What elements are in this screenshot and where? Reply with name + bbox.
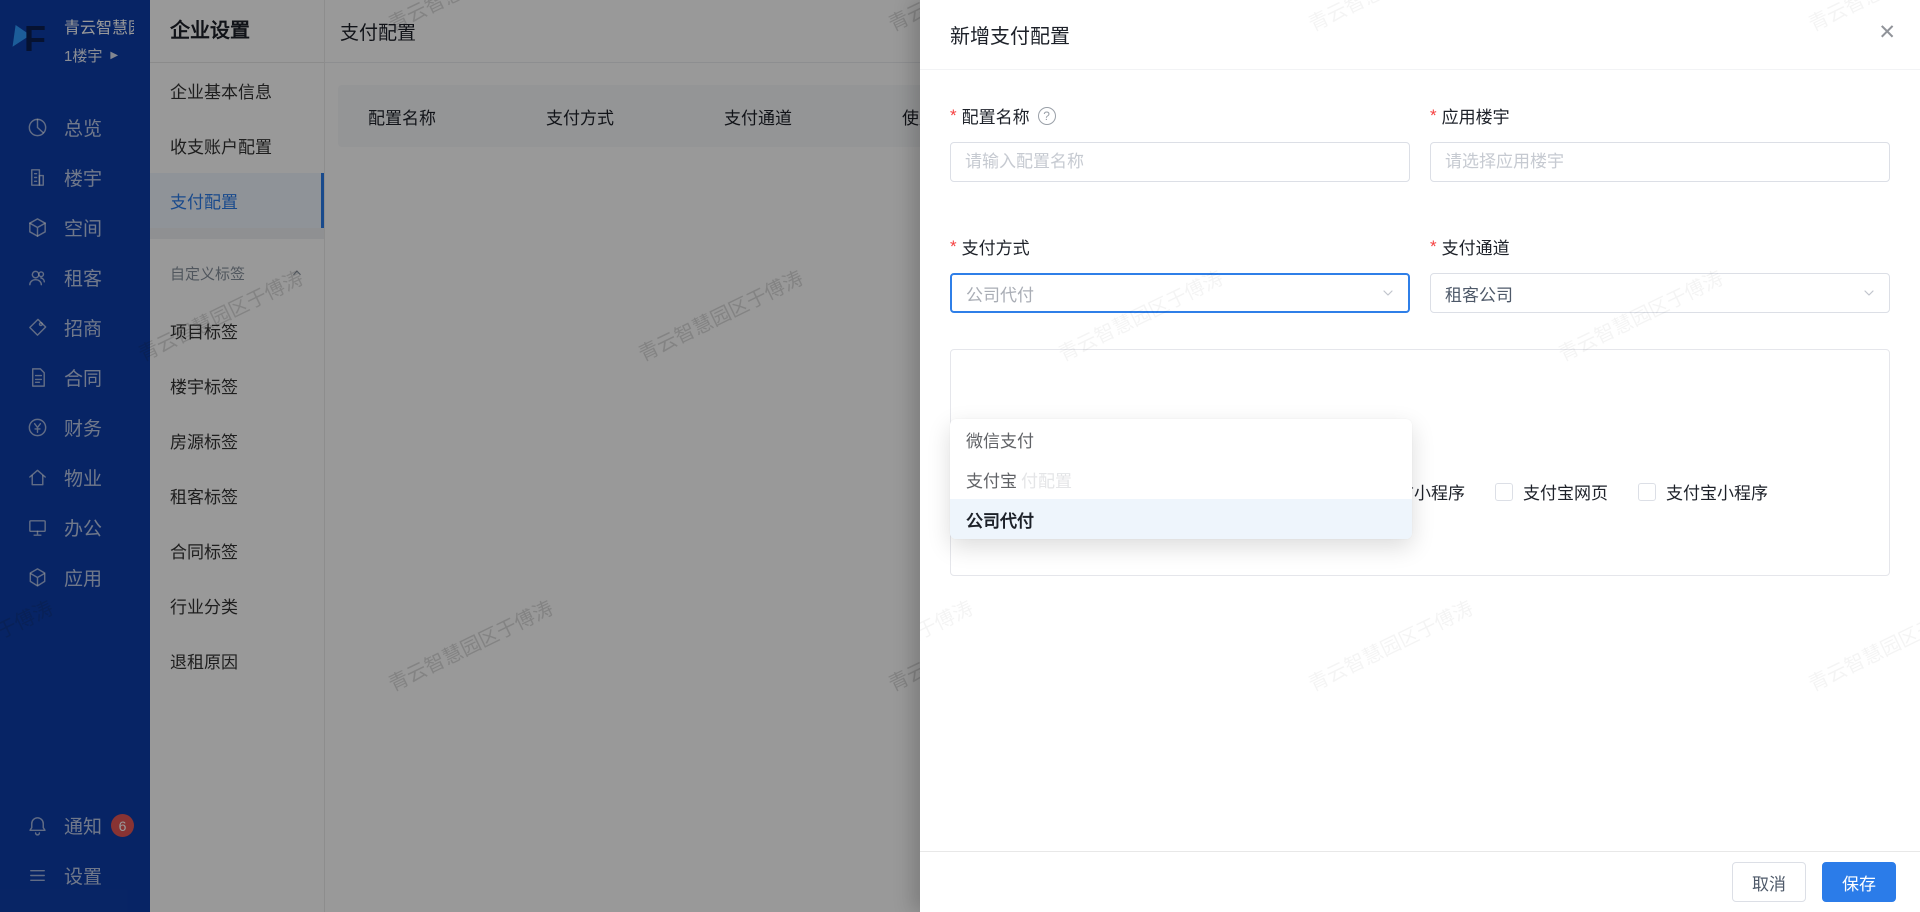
pay-method-value: 公司代付 <box>966 285 1034 305</box>
env-checkbox-5[interactable]: 支付宝小程序 <box>1638 479 1768 504</box>
app-root: F 青云智慧园区 1楼宇 ▶ 总览楼宇空间租客招商合同财务物业办公应用 通知6设… <box>0 0 1920 912</box>
env-checkbox-label: 支付宝网页 <box>1523 484 1608 503</box>
building-label: 应用楼宇 <box>1441 108 1510 127</box>
required-asterisk: * <box>1430 236 1437 256</box>
required-asterisk: * <box>1430 105 1437 125</box>
drawer-title: 新增支付配置 <box>950 26 1070 48</box>
required-asterisk: * <box>950 236 957 256</box>
close-icon[interactable]: ✕ <box>1878 22 1896 43</box>
dropdown-option-1[interactable]: 支付宝 付配置 <box>950 459 1412 499</box>
pay-channel-select[interactable]: 租客公司 <box>1430 273 1890 313</box>
pay-channel-label: 支付通道 <box>1441 239 1510 258</box>
building-label-row: * 应用楼宇 <box>1430 103 1890 128</box>
pay-method-select[interactable]: 公司代付 <box>950 273 1410 313</box>
question-icon[interactable]: ? <box>1037 106 1056 125</box>
dropdown-option-label: 支付宝 <box>966 471 1017 491</box>
watermark-fragment: 付配置 <box>1021 471 1072 491</box>
pay-method-label-row: * 支付方式 <box>950 234 1410 259</box>
pay-method-dropdown: 微信支付支付宝 付配置公司代付 <box>950 419 1412 539</box>
dropdown-option-label: 微信支付 <box>966 431 1034 451</box>
building-select-input[interactable] <box>1430 142 1890 182</box>
env-checkbox-label: 支付宝小程序 <box>1666 484 1768 503</box>
required-asterisk: * <box>950 105 957 125</box>
add-payment-config-drawer: 新增支付配置 ✕ * 配置名称 ? * 应用楼宇 请输入配置名称 请选择应用楼宇… <box>920 0 1920 912</box>
dropdown-option-label: 公司代付 <box>966 511 1034 531</box>
dropdown-option-0[interactable]: 微信支付 <box>950 419 1412 459</box>
save-button[interactable]: 保存 <box>1822 862 1896 902</box>
watermark-text: 青云智慧园区于傅涛 <box>920 592 977 697</box>
watermark-text: 青云智慧园区于傅涛 <box>1303 592 1477 697</box>
checkbox-icon <box>1495 482 1513 501</box>
config-name-input[interactable] <box>950 142 1410 182</box>
drawer-body: * 配置名称 ? * 应用楼宇 * <box>920 103 1920 576</box>
checkbox-icon <box>1638 482 1656 501</box>
env-checkbox-4[interactable]: 支付宝网页 <box>1495 479 1608 504</box>
cancel-button[interactable]: 取消 <box>1732 862 1806 902</box>
config-name-label-row: * 配置名称 ? <box>950 103 1410 128</box>
config-name-label: 配置名称 <box>961 108 1030 127</box>
pay-method-label: 支付方式 <box>961 239 1030 258</box>
pay-channel-label-row: * 支付通道 <box>1430 234 1890 259</box>
dropdown-option-2[interactable]: 公司代付 <box>950 499 1412 539</box>
pay-channel-value: 租客公司 <box>1445 285 1513 305</box>
drawer-header: 新增支付配置 ✕ <box>920 0 1920 70</box>
chevron-down-icon <box>1380 285 1396 301</box>
drawer-footer: 取消 保存 <box>920 851 1920 912</box>
chevron-down-icon <box>1861 285 1877 301</box>
watermark-text: 青云智慧园区于傅涛 <box>1803 592 1920 697</box>
